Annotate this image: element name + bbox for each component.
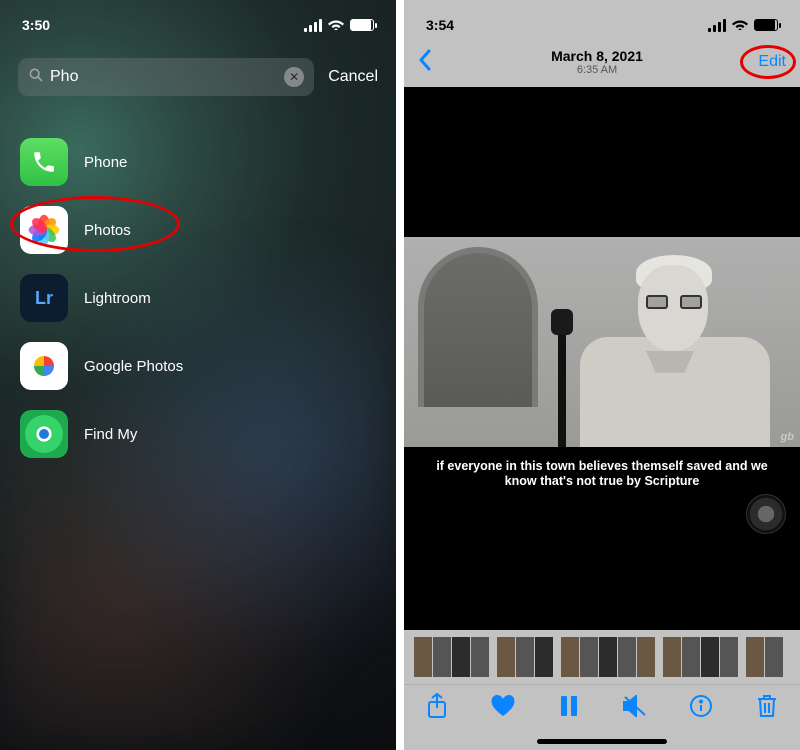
wifi-icon: [732, 17, 748, 33]
thumb-group[interactable]: [497, 637, 553, 677]
thumb-group[interactable]: [663, 637, 738, 677]
trash-button[interactable]: [750, 694, 784, 724]
cellular-icon: [708, 19, 726, 32]
search-row: ✕ Cancel: [0, 40, 396, 104]
photos-app-icon: [20, 206, 68, 254]
clear-icon[interactable]: ✕: [284, 67, 304, 87]
spotlight-screen: 3:50 ✕ Cancel Phone: [0, 0, 396, 750]
search-input[interactable]: [50, 68, 284, 86]
status-bar: 3:54: [404, 0, 800, 40]
battery-icon: [350, 19, 374, 31]
result-lightroom[interactable]: Lr Lightroom: [12, 264, 384, 332]
status-time: 3:50: [22, 17, 50, 33]
wifi-icon: [328, 17, 344, 33]
pause-button[interactable]: [552, 695, 586, 723]
nav-bar: March 8, 2021 6:35 AM Edit: [404, 40, 800, 87]
result-google-photos[interactable]: Google Photos: [12, 332, 384, 400]
photos-video-screen: 3:54 March 8, 2021 6:35 AM Edit: [404, 0, 800, 750]
scrubber-thumbnails[interactable]: [404, 630, 800, 684]
result-label: Find My: [84, 426, 137, 443]
battery-icon: [754, 19, 778, 31]
edit-button[interactable]: Edit: [746, 53, 786, 71]
result-label: Phone: [84, 154, 127, 171]
status-time: 3:54: [426, 17, 454, 33]
result-label: Photos: [84, 222, 131, 239]
share-button[interactable]: [420, 693, 454, 725]
toolbar: [404, 684, 800, 732]
cancel-button[interactable]: Cancel: [328, 68, 378, 86]
lightroom-app-icon: Lr: [20, 274, 68, 322]
video-caption: if everyone in this town believes themse…: [404, 459, 800, 490]
status-icons: [708, 17, 778, 33]
search-box[interactable]: ✕: [18, 58, 314, 96]
findmy-app-icon: [20, 410, 68, 458]
nav-date: March 8, 2021: [551, 48, 643, 64]
cellular-icon: [304, 19, 322, 32]
result-phone[interactable]: Phone: [12, 128, 384, 196]
search-results: Phone Photos Lr Lightroom: [0, 104, 396, 492]
thumb-group[interactable]: [746, 637, 783, 677]
home-indicator[interactable]: [404, 732, 800, 750]
mute-button[interactable]: [618, 695, 652, 723]
search-icon: [28, 67, 44, 88]
status-bar: 3:50: [0, 0, 396, 40]
result-label: Google Photos: [84, 358, 183, 375]
nav-title: March 8, 2021 6:35 AM: [551, 48, 643, 77]
thumb-group[interactable]: [414, 637, 489, 677]
back-button[interactable]: [418, 49, 448, 76]
result-find-my[interactable]: Find My: [12, 400, 384, 468]
nav-time: 6:35 AM: [551, 64, 643, 77]
result-photos[interactable]: Photos: [12, 196, 384, 264]
favorite-button[interactable]: [486, 694, 520, 724]
google-photos-app-icon: [20, 342, 68, 390]
result-label: Lightroom: [84, 290, 151, 307]
thumb-group[interactable]: [561, 637, 655, 677]
phone-app-icon: [20, 138, 68, 186]
watermark: gb: [781, 431, 794, 443]
video-frame: gb: [404, 237, 800, 447]
info-button[interactable]: [684, 694, 718, 724]
status-icons: [304, 17, 374, 33]
assistive-touch-icon[interactable]: [746, 494, 786, 534]
video-player[interactable]: gb if everyone in this town believes the…: [404, 87, 800, 630]
